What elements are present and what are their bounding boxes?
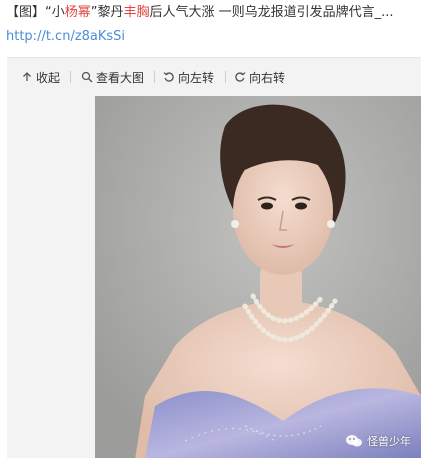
toolbar-divider [225,71,226,83]
weibo-image-card: 【图】“小杨幂”黎丹丰胸后人气大涨 一则乌龙报道引发品牌代言_... http:… [0,0,421,458]
title-segment: 【图】“小 [6,5,65,20]
rotate-right-label: 向右转 [249,70,286,85]
collapse-label: 收起 [36,70,61,85]
collapse-arrow-icon [21,71,33,83]
rotate-left-label: 向左转 [178,70,215,85]
short-url-link[interactable]: http://t.cn/z8aKsSi [6,28,125,46]
title-highlight-name: 杨幂 [64,5,91,20]
rotate-left-button[interactable]: 向左转 [163,68,214,86]
portrait-photo[interactable]: 怪兽少年 [95,96,421,458]
title-segment: ”黎丹 [90,5,124,20]
rotate-right-button[interactable]: 向右转 [234,68,285,86]
watermark-text: 怪兽少年 [367,435,411,448]
collapse-button[interactable]: 收起 [21,68,60,86]
magnifier-icon [81,71,93,83]
title-highlight-keyword: 丰胸 [123,5,150,20]
portrait-illustration [95,96,421,458]
wechat-icon [346,435,362,447]
toolbar-divider [154,71,155,83]
image-toolbar: 收起 查看大图 向左转 向右转 [7,58,421,94]
view-large-label: 查看大图 [96,70,145,85]
title-segment: 后人气大涨 一则乌龙报道引发品牌代言_... [149,5,394,20]
rotate-right-icon [234,71,246,83]
wechat-watermark: 怪兽少年 [345,433,411,449]
toolbar-divider [70,71,71,83]
image-viewer-panel: 收起 查看大图 向左转 向右转 怪兽少年 [7,57,421,458]
rotate-left-icon [163,71,175,83]
post-title[interactable]: 【图】“小杨幂”黎丹丰胸后人气大涨 一则乌龙报道引发品牌代言_... [6,4,418,22]
view-large-button[interactable]: 查看大图 [81,68,144,86]
